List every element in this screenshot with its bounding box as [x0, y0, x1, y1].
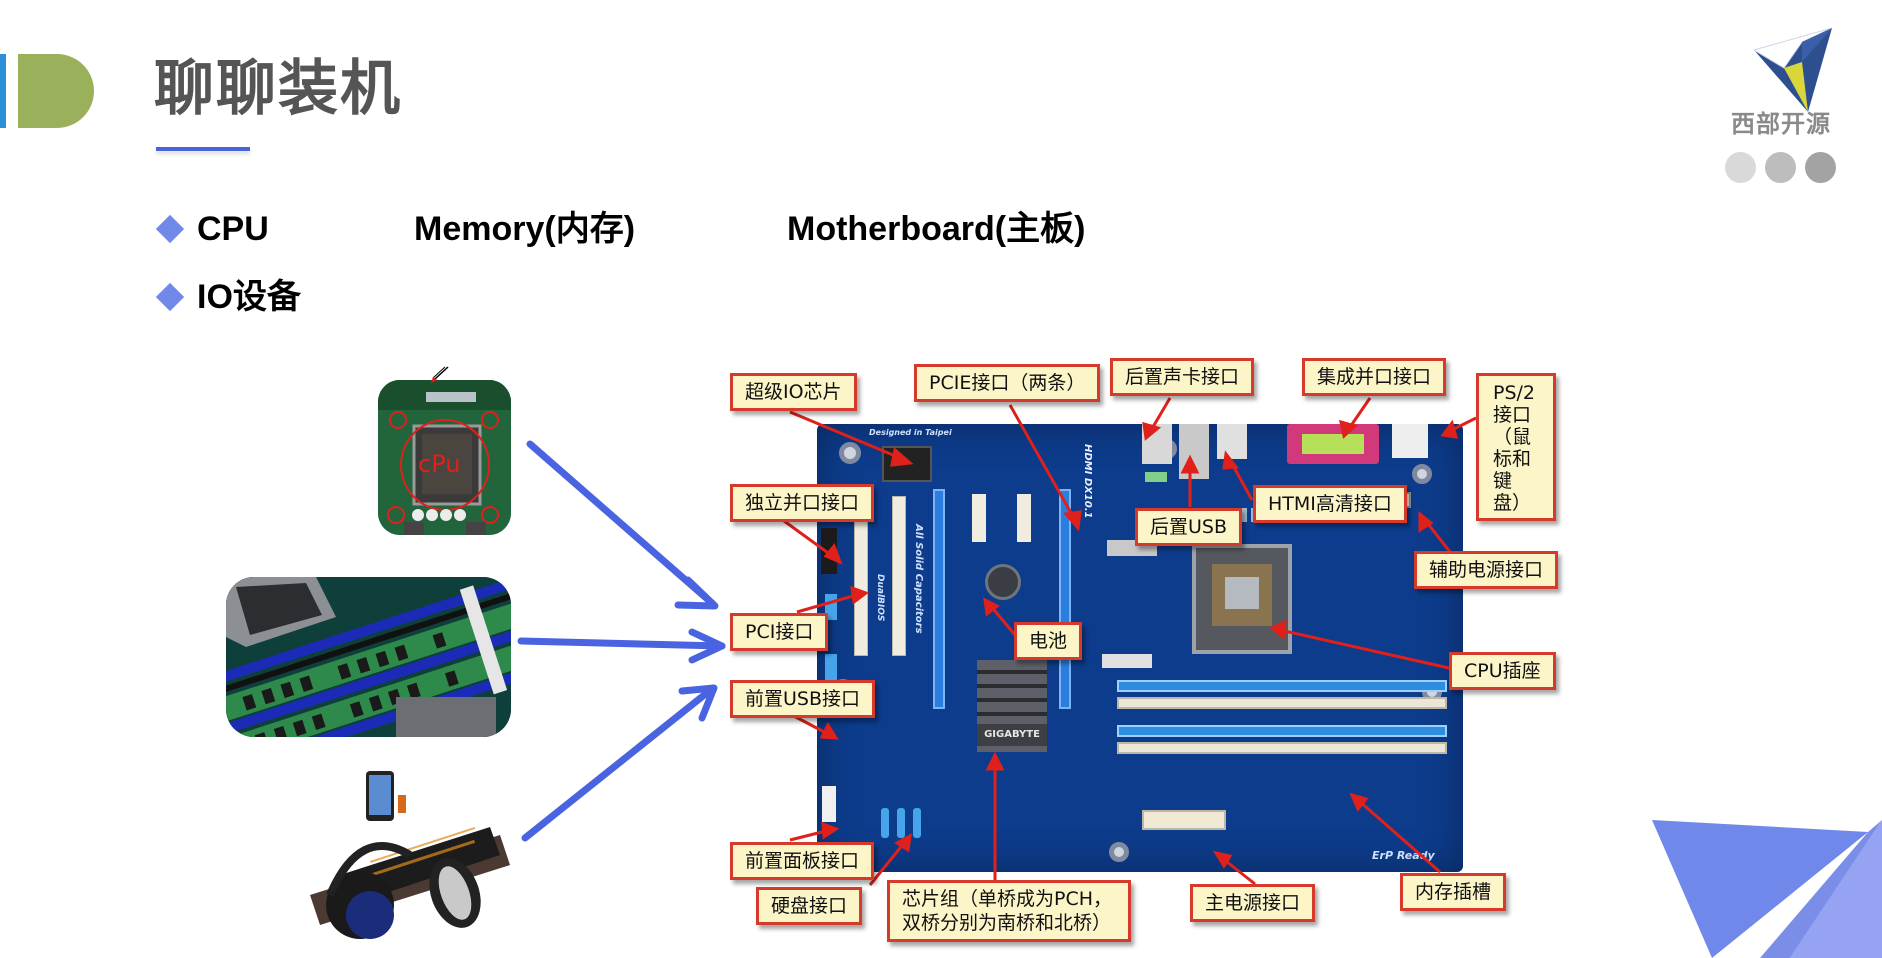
ps2-port: [1392, 424, 1428, 458]
bullet-memory: Memory(内存): [414, 210, 636, 248]
accent-bar: [0, 54, 6, 128]
sata-port: [913, 808, 921, 838]
label-rear-usb: 后置USB: [1135, 508, 1243, 546]
bullet-diamond-icon: [155, 214, 185, 244]
label-sata: 硬盘接口: [756, 887, 863, 925]
front-panel-header: [822, 786, 836, 822]
atx-power-connector: [1142, 810, 1226, 830]
sata-port: [881, 808, 889, 838]
keyboard-headset-mouse-photo: [300, 765, 515, 943]
arrow-head: [678, 684, 718, 722]
corner-decoration: [1652, 820, 1882, 958]
pager-dot: [1725, 152, 1756, 183]
logo-text: 西部开源: [1731, 110, 1831, 138]
dimm-slot: [1117, 680, 1447, 692]
label-pcie-slots: PCIE接口（两条）: [914, 364, 1101, 402]
cpu-photo-caption: cPu: [418, 450, 460, 478]
lpt-header: [821, 528, 837, 574]
mount-hole: [839, 442, 861, 464]
label-super-io-chip: 超级IO芯片: [730, 373, 857, 411]
bullet-io-devices: IO设备: [197, 278, 301, 316]
label-aux-power: 辅助电源接口: [1414, 551, 1559, 589]
label-pci-slot: PCI接口: [730, 613, 829, 651]
f-audio-header: [1145, 472, 1167, 482]
dimm-slot: [1117, 697, 1447, 709]
cmos-battery: [985, 564, 1021, 600]
chipset-brand: GIGABYTE: [977, 724, 1047, 746]
label-ram-slot: 内存插槽: [1400, 873, 1507, 911]
cpu-socket-photo: cPu: [378, 380, 511, 535]
superio-chip: [882, 446, 932, 482]
bullet-motherboard: Motherboard(主板): [787, 210, 1086, 248]
label-front-usb: 前置USB接口: [730, 680, 876, 718]
board-print-text: HDMI DX10.1: [1082, 444, 1093, 519]
label-rear-audio: 后置声卡接口: [1110, 358, 1255, 396]
pen-cursor-icon: [431, 366, 449, 383]
pcie-x1-slot: [1017, 494, 1031, 542]
board-print-text: All Solid Capacitors: [913, 524, 924, 634]
label-cpu-socket: CPU插座: [1449, 652, 1556, 690]
cpu-socket-center: [1225, 577, 1259, 609]
label-hdmi: HTMI高清接口: [1253, 485, 1407, 523]
label-front-panel: 前置面板接口: [730, 842, 875, 880]
arrow-cpu-to-board: [526, 440, 717, 608]
board-print-text: ErP Ready: [1372, 849, 1435, 862]
label-main-power: 主电源接口: [1190, 884, 1316, 922]
pcie-x16-slot: [1059, 489, 1071, 709]
pager-dot: [1805, 152, 1836, 183]
dimm-slot: [1117, 742, 1447, 754]
title-underline: [156, 147, 250, 151]
memory-modules-photo: [226, 577, 511, 737]
label-ps2-port: PS/2接口（鼠标和键盘）: [1476, 373, 1556, 521]
pcie-x16-slot: [933, 489, 945, 709]
board-print-text: DualBIOS: [875, 574, 885, 622]
audio-port: [1142, 424, 1172, 464]
pcie-x1-slot: [972, 494, 986, 542]
dimm-slot: [1117, 725, 1447, 737]
usb-hdmi-port: [1217, 424, 1247, 459]
mount-hole: [1412, 464, 1432, 484]
arrow-io-to-board: [521, 684, 717, 842]
page-title: 聊聊装机: [154, 54, 402, 124]
bullet-cpu: CPU: [197, 210, 269, 248]
bullet-diamond-icon: [155, 282, 185, 312]
arrow-head: [674, 576, 719, 610]
arrow-head: [688, 628, 726, 664]
board-print-text: Designed in Taipei: [869, 428, 952, 437]
usb-lan-port: [1179, 424, 1209, 479]
title-tab-shape: [18, 54, 94, 128]
usb-header: [825, 654, 837, 680]
label-chipset: 芯片组（单桥成为PCH，双桥分别为南桥和北桥）: [887, 880, 1131, 942]
mount-hole: [1109, 842, 1129, 862]
label-standalone-parallel-port: 独立并口接口: [730, 484, 875, 522]
pager-dot: [1765, 152, 1796, 183]
pci-slot: [892, 496, 906, 656]
label-integrated-parallel-port: 集成并口接口: [1302, 358, 1447, 396]
sata-port: [897, 808, 905, 838]
parallel-port-label: [1302, 434, 1364, 454]
arrow-ram-to-board: [517, 637, 726, 650]
msata-slot: [1102, 654, 1152, 668]
label-battery: 电池: [1014, 622, 1083, 660]
